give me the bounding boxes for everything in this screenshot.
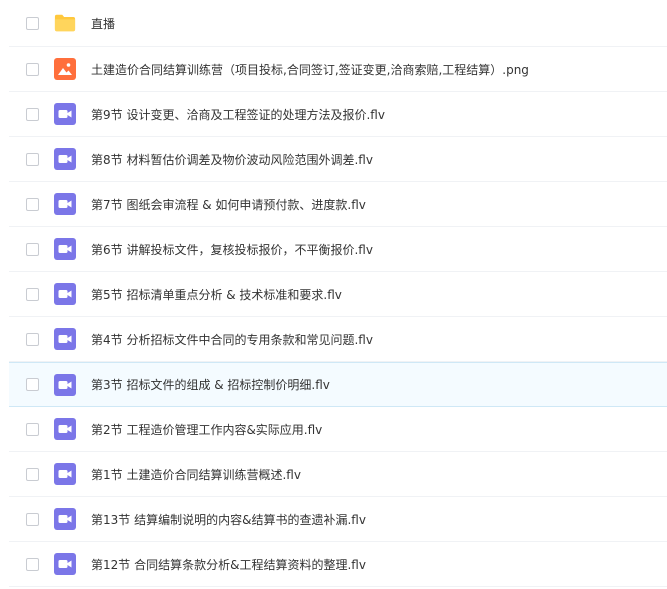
row-checkbox[interactable] bbox=[26, 467, 39, 481]
video-file-icon bbox=[54, 148, 76, 170]
video-file-icon bbox=[54, 193, 76, 215]
file-name[interactable]: 第5节 招标清单重点分析 & 技术标准和要求.flv bbox=[91, 286, 342, 303]
video-file-icon bbox=[54, 463, 76, 485]
file-row-3[interactable]: 第8节 材料暂估价调差及物价波动风险范围外调差.flv bbox=[9, 137, 667, 182]
video-file-icon bbox=[54, 238, 76, 260]
file-row-11[interactable]: 第13节 结算编制说明的内容&结算书的查遗补漏.flv bbox=[9, 497, 667, 542]
video-file-icon bbox=[54, 283, 76, 305]
file-name[interactable]: 第9节 设计变更、洽商及工程签证的处理方法及报价.flv bbox=[91, 106, 385, 123]
file-row-2[interactable]: 第9节 设计变更、洽商及工程签证的处理方法及报价.flv bbox=[9, 92, 667, 137]
video-file-icon bbox=[54, 373, 76, 396]
video-file-icon bbox=[54, 103, 76, 125]
file-row-6[interactable]: 第5节 招标清单重点分析 & 技术标准和要求.flv bbox=[9, 272, 667, 317]
row-checkbox[interactable] bbox=[26, 152, 39, 166]
file-list: 直播 土建造价合同结算训练营（项目投标,合同签订,签证变更,洽商索赔,工程结算）… bbox=[0, 0, 667, 587]
file-name[interactable]: 直播 bbox=[91, 15, 115, 32]
file-name[interactable]: 第13节 结算编制说明的内容&结算书的查遗补漏.flv bbox=[91, 511, 366, 528]
file-name[interactable]: 第12节 合同结算条款分析&工程结算资料的整理.flv bbox=[91, 556, 366, 573]
folder-icon bbox=[54, 12, 76, 34]
file-row-5[interactable]: 第6节 讲解投标文件，复核投标报价，不平衡报价.flv bbox=[9, 227, 667, 272]
file-name[interactable]: 土建造价合同结算训练营（项目投标,合同签订,签证变更,洽商索赔,工程结算）.pn… bbox=[91, 61, 529, 78]
image-file-icon bbox=[54, 58, 76, 80]
row-checkbox[interactable] bbox=[26, 512, 39, 526]
video-file-icon bbox=[54, 508, 76, 530]
file-name[interactable]: 第6节 讲解投标文件，复核投标报价，不平衡报价.flv bbox=[91, 241, 373, 258]
video-file-icon bbox=[54, 328, 76, 350]
row-checkbox[interactable] bbox=[26, 107, 39, 121]
row-checkbox[interactable] bbox=[26, 287, 39, 301]
file-row-12[interactable]: 第12节 合同结算条款分析&工程结算资料的整理.flv bbox=[9, 542, 667, 587]
file-row-7[interactable]: 第4节 分析招标文件中合同的专用条款和常见问题.flv bbox=[9, 317, 667, 362]
video-file-icon bbox=[54, 418, 76, 440]
file-row-0[interactable]: 直播 bbox=[9, 0, 667, 47]
file-row-1[interactable]: 土建造价合同结算训练营（项目投标,合同签订,签证变更,洽商索赔,工程结算）.pn… bbox=[9, 47, 667, 92]
file-row-10[interactable]: 第1节 土建造价合同结算训练营概述.flv bbox=[9, 452, 667, 497]
row-checkbox[interactable] bbox=[26, 422, 39, 436]
file-name[interactable]: 第4节 分析招标文件中合同的专用条款和常见问题.flv bbox=[91, 331, 373, 348]
row-checkbox[interactable] bbox=[26, 332, 39, 346]
file-name[interactable]: 第3节 招标文件的组成 & 招标控制价明细.flv bbox=[91, 376, 330, 393]
video-file-icon bbox=[54, 553, 76, 575]
row-checkbox[interactable] bbox=[26, 62, 39, 76]
file-row-9[interactable]: 第2节 工程造价管理工作内容&实际应用.flv bbox=[9, 407, 667, 452]
file-row-8[interactable]: 第3节 招标文件的组成 & 招标控制价明细.flv bbox=[9, 362, 667, 407]
row-checkbox[interactable] bbox=[26, 378, 39, 391]
file-name[interactable]: 第8节 材料暂估价调差及物价波动风险范围外调差.flv bbox=[91, 151, 373, 168]
row-checkbox[interactable] bbox=[26, 197, 39, 211]
file-name[interactable]: 第2节 工程造价管理工作内容&实际应用.flv bbox=[91, 421, 322, 438]
row-checkbox[interactable] bbox=[26, 557, 39, 571]
row-checkbox[interactable] bbox=[26, 242, 39, 256]
file-name[interactable]: 第7节 图纸会审流程 & 如何申请预付款、进度款.flv bbox=[91, 196, 366, 213]
row-checkbox[interactable] bbox=[26, 16, 39, 30]
file-row-4[interactable]: 第7节 图纸会审流程 & 如何申请预付款、进度款.flv bbox=[9, 182, 667, 227]
file-name[interactable]: 第1节 土建造价合同结算训练营概述.flv bbox=[91, 466, 301, 483]
